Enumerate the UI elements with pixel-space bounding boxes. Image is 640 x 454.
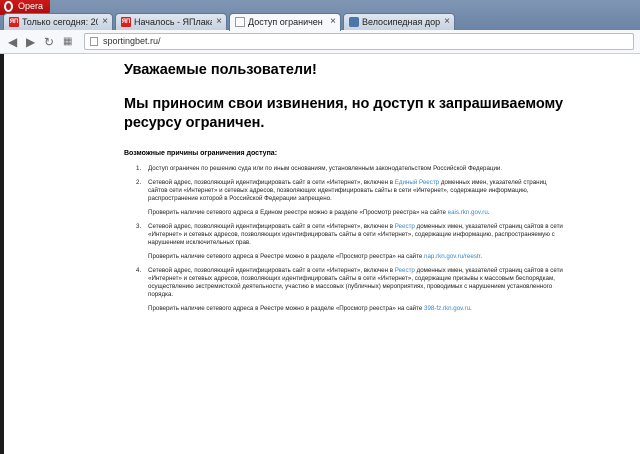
back-arrow-icon[interactable]: ◀ bbox=[8, 35, 17, 49]
fz398-link[interactable]: 398-fz.rkn.gov.ru bbox=[424, 305, 470, 312]
item-number: 3. bbox=[136, 223, 142, 230]
reasons-list: 1. Доступ ограничен по решению суда или … bbox=[136, 165, 566, 319]
item-number: 1. bbox=[136, 165, 142, 172]
item-number: 4. bbox=[136, 267, 142, 274]
item-check-text: Проверить наличие сетевого адреса в Реес… bbox=[148, 253, 483, 260]
list-item: 3. Сетевой адрес, позволяющий идентифици… bbox=[136, 223, 566, 261]
yap-icon: ЯП bbox=[121, 17, 131, 27]
tab-title: Доступ ограничен bbox=[248, 17, 323, 27]
window-edge bbox=[0, 54, 4, 454]
tab-4[interactable]: Велосипедная дорожка × bbox=[343, 13, 455, 30]
eais-link[interactable]: eais.rkn.gov.ru bbox=[448, 209, 488, 216]
list-item: 4. Сетевой адрес, позволяющий идентифици… bbox=[136, 267, 566, 313]
registry-link[interactable]: Реестр bbox=[395, 267, 415, 274]
opera-menu-label: Opera bbox=[18, 1, 44, 11]
nap-link[interactable]: nap.rkn.gov.ru/reestr bbox=[424, 253, 480, 260]
item-text: Сетевой адрес, позволяющий идентифициров… bbox=[148, 179, 547, 202]
page-subheading: Мы приносим свои извинения, но доступ к … bbox=[124, 96, 564, 131]
tab-3-active[interactable]: Доступ ограничен × bbox=[229, 13, 341, 31]
url-text: sportingbet.ru/ bbox=[103, 36, 161, 46]
tab-title: Началось - ЯПлакалъ bbox=[134, 17, 212, 27]
speed-dial-grid-icon[interactable]: ▦ bbox=[63, 35, 72, 49]
list-item: 2. Сетевой адрес, позволяющий идентифици… bbox=[136, 179, 566, 217]
list-item: 1. Доступ ограничен по решению суда или … bbox=[136, 165, 566, 173]
item-text: Сетевой адрес, позволяющий идентифициров… bbox=[148, 223, 563, 246]
opera-logo-icon bbox=[4, 1, 13, 12]
registry-link[interactable]: Реестр bbox=[395, 223, 415, 230]
close-icon[interactable]: × bbox=[444, 16, 450, 27]
address-bar[interactable]: sportingbet.ru/ bbox=[84, 33, 634, 50]
registry-link[interactable]: Единый Реестр bbox=[395, 179, 439, 186]
forward-arrow-icon[interactable]: ▶ bbox=[26, 35, 35, 49]
item-text: Доступ ограничен по решению суда или по … bbox=[148, 165, 503, 172]
tab-strip: Opera ЯП Только сегодня: 200 руб × ЯП На… bbox=[0, 0, 640, 31]
page-heading: Уважаемые пользователи! bbox=[124, 62, 317, 78]
item-check-text: Проверить наличие сетевого адреса в Един… bbox=[148, 209, 490, 216]
close-icon[interactable]: × bbox=[102, 16, 108, 27]
item-check-text: Проверить наличие сетевого адреса в Реес… bbox=[148, 305, 472, 312]
close-icon[interactable]: × bbox=[216, 16, 222, 27]
reload-icon[interactable]: ↻ bbox=[44, 35, 54, 49]
tab-title: Только сегодня: 200 руб bbox=[22, 17, 98, 27]
reasons-title: Возможные причины ограничения доступа: bbox=[124, 150, 278, 157]
tab-1[interactable]: ЯП Только сегодня: 200 руб × bbox=[3, 13, 113, 30]
tab-title: Велосипедная дорожка bbox=[362, 17, 440, 27]
vk-icon bbox=[349, 17, 359, 27]
close-icon[interactable]: × bbox=[330, 16, 336, 27]
page-icon bbox=[90, 37, 98, 46]
document-icon bbox=[235, 17, 245, 27]
item-number: 2. bbox=[136, 179, 142, 186]
yap-icon: ЯП bbox=[9, 17, 19, 27]
item-text: Сетевой адрес, позволяющий идентифициров… bbox=[148, 267, 563, 298]
address-toolbar: ◀ ▶ ↻ ▦ sportingbet.ru/ bbox=[0, 30, 640, 54]
tab-2[interactable]: ЯП Началось - ЯПлакалъ × bbox=[115, 13, 227, 30]
